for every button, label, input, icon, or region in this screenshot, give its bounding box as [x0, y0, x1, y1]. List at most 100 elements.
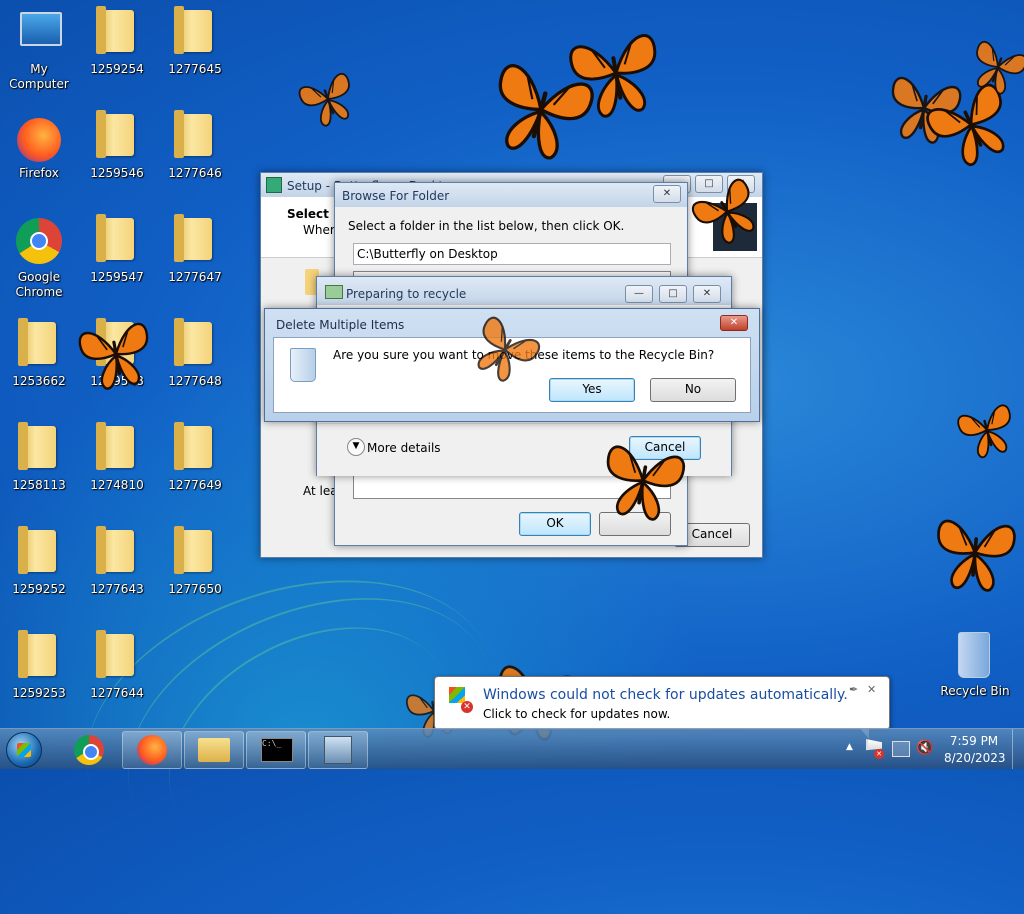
recycle-bin-icon[interactable]: Recycle Bin	[936, 626, 1014, 722]
desktop-icon[interactable]: 1259548	[78, 316, 156, 412]
folder-icon	[18, 630, 56, 678]
more-details-chevron-icon[interactable]: ▼	[347, 438, 365, 456]
desktop-icon-label: 1277648	[168, 374, 222, 388]
desktop-icon[interactable]: 1259546	[78, 108, 156, 204]
butterfly	[878, 66, 969, 151]
folder-icon	[96, 630, 134, 678]
notification-body: Click to check for updates now.	[483, 707, 671, 721]
desktop-icon-label: 1259253	[12, 686, 66, 700]
notification-title: Windows could not check for updates auto…	[483, 687, 848, 703]
explorer-taskbar-button[interactable]	[184, 731, 244, 769]
browse-path-field[interactable]: C:\Butterfly on Desktop	[353, 243, 671, 265]
desktop-icon[interactable]: Google Chrome	[0, 212, 78, 308]
clock-time[interactable]: 7:59 PM	[944, 734, 1004, 748]
delete-content: Are you sure you want to move these item…	[273, 337, 751, 413]
recycle-title: Preparing to recycle	[346, 287, 467, 301]
desktop-icon[interactable]: 1259252	[0, 524, 78, 620]
clock-date[interactable]: 8/20/2023	[944, 751, 1006, 765]
desktop-icon[interactable]: Firefox	[0, 108, 78, 204]
notification-pin-icon[interactable]: ✒	[849, 683, 858, 696]
desktop-icon[interactable]: 1277644	[78, 628, 156, 724]
setup-logo	[713, 203, 757, 251]
recycle-footer: ▼ More details Cancel	[317, 423, 731, 476]
desktop-icon-label: 1277645	[168, 62, 222, 76]
delete-close-button[interactable]: ✕	[720, 315, 748, 331]
chrome-icon	[74, 735, 104, 765]
volume-muted-icon[interactable]: 🔇	[916, 740, 933, 756]
show-hidden-icons-arrow[interactable]: ▲	[846, 742, 853, 752]
desktop-icon[interactable]: 1277647	[156, 212, 234, 308]
notification-close-icon[interactable]: ✕	[867, 683, 876, 696]
desktop-icon-label: Google Chrome	[15, 270, 63, 299]
recycle-titlebar[interactable]: Preparing to recycle — □ ✕	[317, 277, 731, 305]
desktop-icon[interactable]: 1259254	[78, 4, 156, 100]
desktop-icon[interactable]: 1274810	[78, 420, 156, 516]
browse-cancel-button[interactable]	[599, 512, 671, 536]
firefox-taskbar-button[interactable]	[122, 731, 182, 769]
desktop-icon-label: 1258113	[12, 478, 66, 492]
butterfly	[961, 31, 1024, 102]
cmd-taskbar-button[interactable]: C:\_	[246, 731, 306, 769]
start-button[interactable]	[6, 732, 42, 768]
desktop-icon[interactable]: 1277646	[156, 108, 234, 204]
butterfly	[950, 395, 1024, 465]
browse-ok-button[interactable]: OK	[519, 512, 591, 536]
desktop-icon[interactable]: 1277648	[156, 316, 234, 412]
desktop-icon[interactable]: 1259547	[78, 212, 156, 308]
desktop-icon-label: My Computer	[9, 62, 69, 91]
desktop-icon[interactable]: 1277650	[156, 524, 234, 620]
setup-app-icon	[266, 177, 282, 193]
desktop-icon[interactable]: 1277643	[78, 524, 156, 620]
butterfly	[927, 508, 1024, 597]
desktop-icon[interactable]: 1277649	[156, 420, 234, 516]
desktop-icon[interactable]: My Computer	[0, 4, 78, 100]
desktop-icon-label: 1259548	[90, 374, 144, 388]
action-center-error-icon: ✕	[874, 749, 884, 759]
setup-installer-icon	[324, 736, 352, 764]
butterfly	[291, 63, 366, 134]
desktop-icon-label: 1259546	[90, 166, 144, 180]
recycle-minimize-button[interactable]: —	[625, 285, 653, 303]
recycle-cancel-button[interactable]: Cancel	[629, 436, 701, 460]
firefox-icon	[17, 118, 61, 162]
recycle-progress-icon	[325, 285, 343, 299]
folder-icon	[174, 318, 212, 366]
show-desktop-button[interactable]	[1012, 729, 1024, 769]
no-button[interactable]: No	[650, 378, 736, 402]
delete-multiple-items-dialog: Delete Multiple Items ✕ Are you sure you…	[264, 308, 760, 422]
desktop-icon-label: 1259252	[12, 582, 66, 596]
browse-titlebar[interactable]: Browse For Folder ✕	[335, 183, 687, 207]
folder-icon	[96, 214, 134, 262]
desktop-icon-label: 1259254	[90, 62, 144, 76]
browse-close-button[interactable]: ✕	[653, 185, 681, 203]
folder-icon	[174, 214, 212, 262]
desktop-icon[interactable]: 1258113	[0, 420, 78, 516]
setup-maximize-button[interactable]: □	[695, 175, 723, 193]
recycle-bin-label: Recycle Bin	[940, 684, 1010, 698]
desktop-icon-label: Firefox	[19, 166, 59, 180]
folder-icon	[96, 6, 134, 54]
desktop-icon-label: 1259547	[90, 270, 144, 284]
desktop-icon-label: 1277647	[168, 270, 222, 284]
recycle-close-button[interactable]: ✕	[693, 285, 721, 303]
chrome-taskbar-button[interactable]	[60, 731, 120, 769]
desktop-icon[interactable]: 1277645	[156, 4, 234, 100]
desktop-icon[interactable]: 1253662	[0, 316, 78, 412]
setup-taskbar-button[interactable]	[308, 731, 368, 769]
recycle-maximize-button[interactable]: □	[659, 285, 687, 303]
butterfly	[475, 47, 607, 171]
recycle-bin-dialog-icon	[290, 348, 316, 382]
folder-icon	[174, 6, 212, 54]
browse-path-value: C:\Butterfly on Desktop	[357, 247, 498, 261]
yes-button[interactable]: Yes	[549, 378, 635, 402]
windows-logo-icon	[17, 743, 31, 757]
desktop-icon-label: 1274810	[90, 478, 144, 492]
setup-close-button[interactable]: ✕	[727, 175, 755, 193]
update-notification[interactable]: ✕ Windows could not check for updates au…	[434, 676, 890, 739]
browse-title: Browse For Folder	[342, 189, 450, 203]
network-icon[interactable]	[892, 741, 910, 757]
butterfly	[559, 20, 673, 126]
desktop-icon[interactable]: 1259253	[0, 628, 78, 724]
desktop-icon-label: 1277650	[168, 582, 222, 596]
more-details-label[interactable]: More details	[367, 441, 441, 455]
